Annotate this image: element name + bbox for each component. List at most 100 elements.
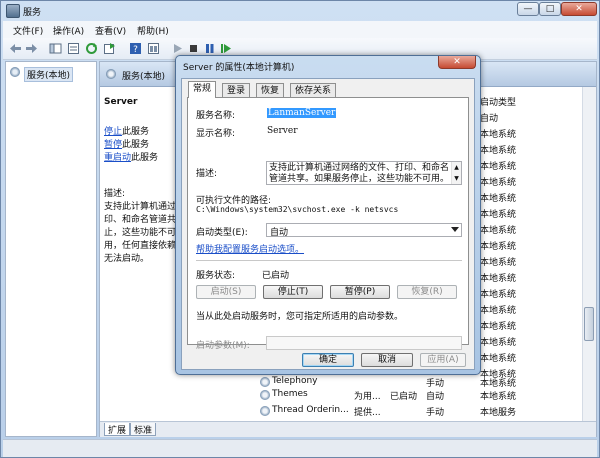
maximize-button[interactable]: □ (539, 2, 561, 16)
help-icon[interactable]: ? (129, 42, 142, 55)
display-name-label: 显示名称: (196, 129, 236, 139)
refresh-icon[interactable] (85, 42, 98, 55)
description-label: 描述: (196, 169, 218, 179)
service-gear-icon (260, 390, 270, 400)
menu-view[interactable]: 查看(V) (95, 24, 126, 37)
service-name-value[interactable]: LanmanServer (267, 108, 337, 118)
export-icon[interactable] (103, 42, 116, 55)
cell-name: Themes (272, 389, 308, 399)
start-button[interactable]: 启动(S) (196, 285, 256, 299)
minimize-button[interactable]: — (517, 2, 539, 16)
tab-extended[interactable]: 扩展 (104, 423, 131, 436)
cell-logon: 本地系统 (480, 130, 517, 140)
services-app-icon (6, 4, 20, 18)
start-params-label: 启动参数(M): (196, 341, 250, 351)
dialog-close-button[interactable]: ✕ (438, 56, 476, 69)
apply-button[interactable]: 应用(A) (420, 353, 466, 367)
cell-description: 提供... (354, 408, 381, 418)
cell-status: 已启动 (390, 392, 418, 402)
start-params-hint: 当从此处启动服务时，您可指定所适用的启动参数。 (196, 312, 404, 322)
forward-arrow-icon[interactable] (25, 42, 38, 55)
minimize-icon: — (523, 4, 533, 14)
cell-logon: 自动 (480, 114, 499, 124)
help-configure-link[interactable]: 帮助我配置服务启动选项。 (196, 242, 304, 255)
description-textbox[interactable]: 支持此计算机通过网络的文件、打印、和命名管道共享。如果服务停止，这些功能不可用。… (266, 161, 462, 185)
display-name-value[interactable]: Server (267, 126, 298, 136)
tab-recovery[interactable]: 恢复 (256, 83, 285, 97)
show-hide-tree-icon[interactable] (49, 42, 62, 55)
cell-logon: 本地系统 (480, 290, 517, 300)
console-icon[interactable] (147, 42, 160, 55)
stop-service-link[interactable]: 停止此服务 (104, 124, 149, 137)
description-label: 描述: (104, 189, 126, 199)
cell-name: Telephony (272, 376, 318, 386)
start-params-input[interactable] (266, 336, 462, 350)
stop-icon[interactable] (187, 42, 200, 55)
tree-pane: 服务(本地) (5, 61, 97, 437)
service-gear-icon (260, 406, 270, 416)
cell-logon: 本地系统 (480, 146, 517, 156)
dialog-body: 常规 登录 恢复 依存关系 服务名称: LanmanServer 显示名称: S… (181, 78, 475, 370)
close-button[interactable]: ✕ (561, 2, 597, 16)
description-line: 印、和命名管道共 (104, 215, 177, 225)
general-tab-panel: 服务名称: LanmanServer 显示名称: Server 描述: 支持此计… (187, 97, 469, 351)
title-bar[interactable]: 服务 — □ ✕ (1, 1, 600, 21)
selected-service-title: Server (104, 97, 138, 107)
service-status-value: 已启动 (262, 271, 290, 281)
exe-path-value[interactable]: C:\Windows\system32\svchost.exe -k netsv… (196, 205, 398, 214)
divider (196, 260, 462, 261)
cell-logon: 本地系统 (480, 322, 517, 332)
cell-logon: 本地系统 (480, 210, 517, 220)
play-icon[interactable] (171, 42, 184, 55)
cell-startup: 手动 (426, 408, 445, 418)
pause-icon[interactable] (203, 42, 216, 55)
description-scrollbar[interactable]: ▲ ▼ (451, 162, 461, 184)
cell-logon: 本地系统 (480, 258, 517, 268)
cell-logon: 本地系统 (480, 226, 517, 236)
menu-action[interactable]: 操作(A) (53, 24, 84, 37)
services-gear-icon (10, 67, 20, 77)
back-arrow-icon[interactable] (9, 42, 22, 55)
pause-service-link[interactable]: 暂停此服务 (104, 137, 149, 150)
window-title: 服务 (23, 8, 42, 18)
restart-service-link[interactable]: 重启动此服务 (104, 150, 158, 163)
restart-icon[interactable] (219, 42, 232, 55)
maximize-icon: □ (545, 4, 555, 14)
description-line: 无法启动。 (104, 254, 150, 264)
cell-logon: 本地服务 (480, 408, 517, 418)
ok-button[interactable]: 确定 (302, 353, 354, 367)
menu-help[interactable]: 帮助(H) (137, 24, 169, 37)
tab-standard[interactable]: 标准 (130, 423, 157, 436)
services-gear-icon (106, 69, 116, 79)
cell-logon: 本地系统 (480, 354, 517, 364)
pause-button[interactable]: 暂停(P) (330, 285, 390, 299)
description-line: 用，任何直接依赖 (104, 241, 177, 251)
resume-button[interactable]: 恢复(R) (397, 285, 457, 299)
startup-type-value: 自动 (270, 228, 289, 238)
scrollbar-thumb[interactable] (584, 307, 594, 341)
cell-logon: 本地系统 (480, 242, 517, 252)
cancel-button[interactable]: 取消 (361, 353, 413, 367)
cell-logon: 本地系统 (480, 178, 517, 188)
startup-type-select[interactable]: 自动 (266, 223, 462, 238)
cell-logon: 本地系统 (480, 338, 517, 348)
cell-logon: 本地系统 (480, 306, 517, 316)
vertical-scrollbar[interactable] (582, 87, 596, 421)
tab-logon[interactable]: 登录 (222, 83, 251, 97)
description-text: 支持此计算机通过网络的文件、打印、和命名管道共享。如果服务停止，这些功能不可用。 (269, 163, 450, 184)
properties-list-icon[interactable] (67, 42, 80, 55)
tab-general[interactable]: 常规 (188, 81, 217, 98)
description-line: 止，这些功能不可 (104, 228, 177, 238)
service-gear-icon (260, 377, 270, 387)
chevron-down-icon (451, 227, 459, 232)
pane-header-title: 服务(本地) (122, 72, 166, 82)
tree-item-services-local[interactable]: 服务(本地) (24, 67, 74, 82)
menu-file[interactable]: 文件(F) (13, 24, 43, 37)
column-header-startup[interactable]: 启动类型 (480, 95, 516, 108)
svg-text:?: ? (133, 45, 138, 55)
status-bar (3, 439, 597, 457)
stop-button[interactable]: 停止(T) (263, 285, 323, 299)
service-name-label: 服务名称: (196, 111, 236, 121)
cell-logon: 本地系统 (480, 274, 517, 284)
tab-dependencies[interactable]: 依存关系 (290, 83, 337, 97)
